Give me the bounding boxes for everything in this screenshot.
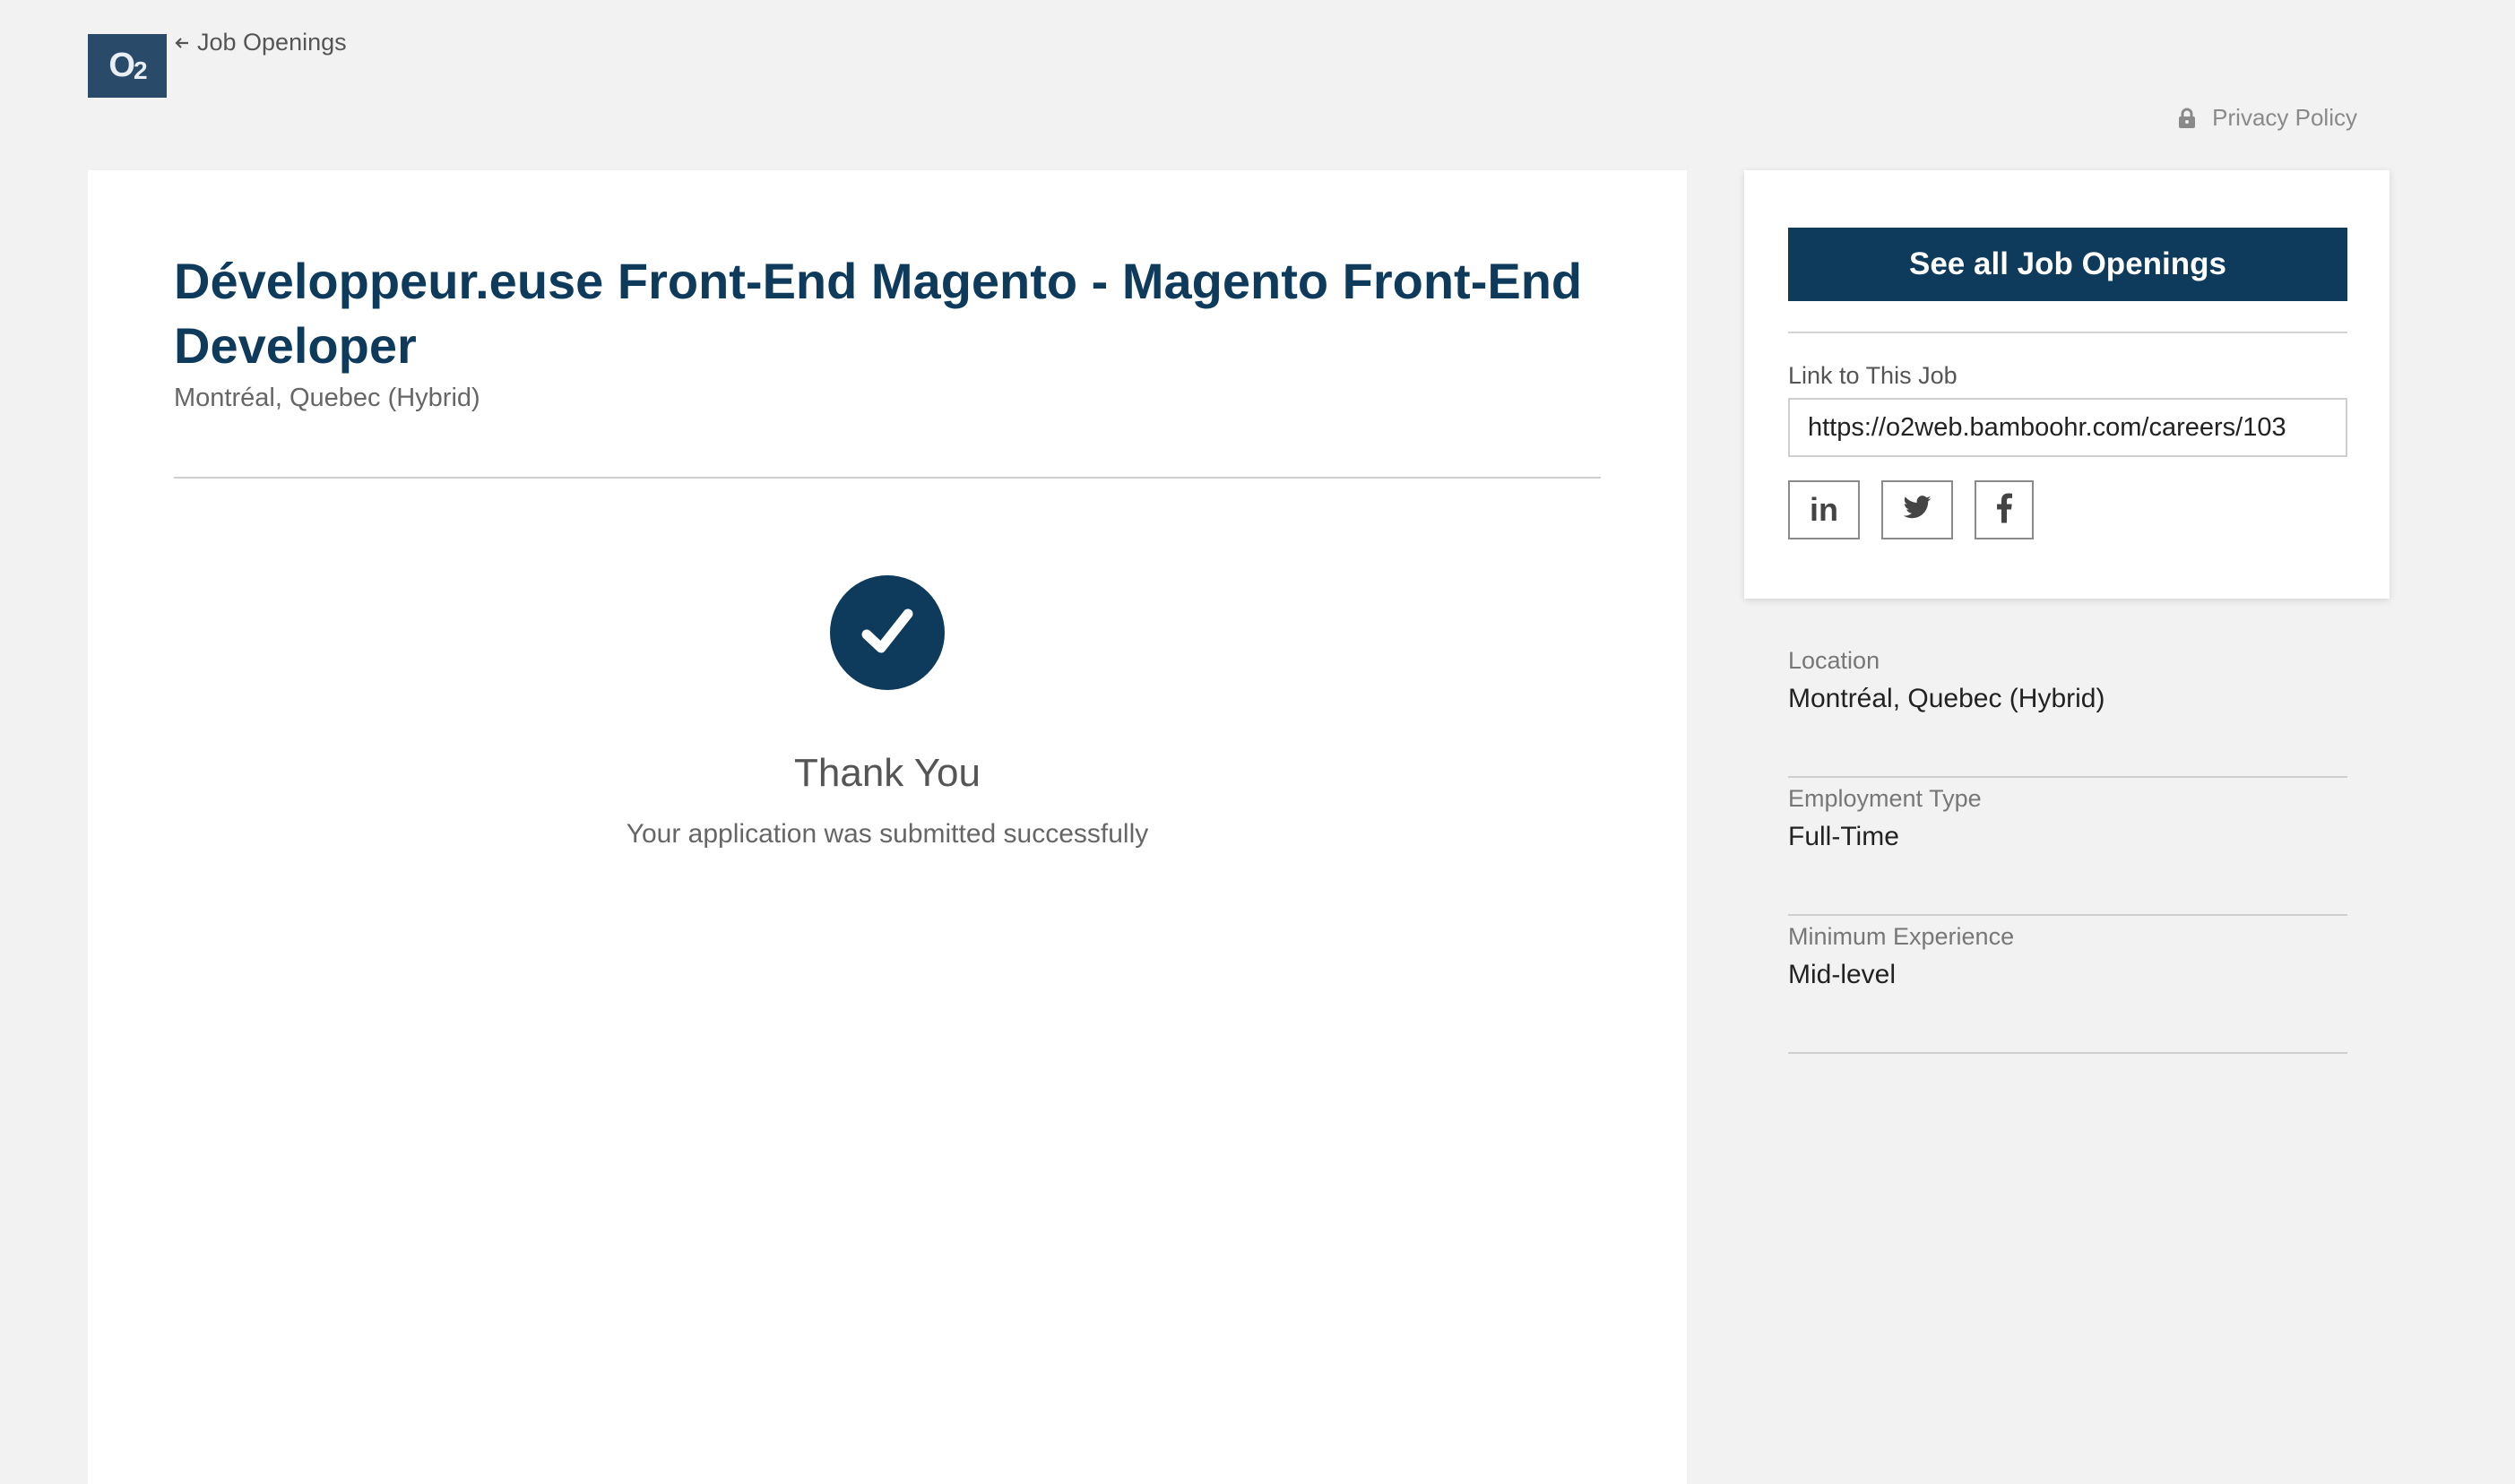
confirmation-title: Thank You [794, 751, 981, 795]
job-details-list: Location Montréal, Quebec (Hybrid) Emplo… [1788, 642, 2347, 1056]
logo-subscript: 2 [133, 56, 148, 84]
divider [1788, 332, 2347, 333]
detail-label: Minimum Experience [1788, 923, 2015, 950]
twitter-icon [1902, 495, 1932, 525]
success-check-icon [830, 575, 945, 690]
job-location: Montréal, Quebec (Hybrid) [174, 384, 480, 412]
detail-label: Employment Type [1788, 785, 1982, 812]
detail-label: Location [1788, 647, 1880, 674]
link-to-job-label: Link to This Job [1788, 362, 1958, 389]
detail-location: Location Montréal, Quebec (Hybrid) [1788, 642, 2347, 778]
detail-minimum-experience: Minimum Experience Mid-level [1788, 918, 2347, 1054]
divider [174, 477, 1601, 479]
detail-employment-type: Employment Type Full-Time [1788, 780, 2347, 916]
job-link-field[interactable] [1788, 398, 2347, 457]
social-share-row: in [1788, 480, 2034, 539]
see-all-job-openings-button[interactable]: See all Job Openings [1788, 228, 2347, 301]
job-title: Développeur.euse Front-End Magento - Mag… [174, 253, 1583, 374]
privacy-policy-link[interactable]: Privacy Policy [2178, 104, 2357, 132]
detail-value: Mid-level [1788, 960, 1897, 989]
facebook-share-button[interactable] [1975, 480, 2034, 539]
detail-value: Full-Time [1788, 822, 1899, 851]
detail-value: Montréal, Quebec (Hybrid) [1788, 684, 2105, 713]
logo-text: O [108, 47, 135, 84]
twitter-share-button[interactable] [1881, 480, 1953, 539]
lock-icon [2178, 108, 2196, 129]
confirmation-message: Your application was submitted successfu… [626, 819, 1149, 849]
share-card: See all Job Openings Link to This Job in [1744, 170, 2390, 599]
privacy-policy-label: Privacy Policy [2212, 104, 2357, 131]
facebook-icon [1996, 493, 2012, 528]
job-main-card: Job Openings Développeur.euse Front-End … [88, 29, 1687, 1484]
linkedin-share-button[interactable]: in [1788, 480, 1860, 539]
back-link-label: Job Openings [197, 29, 347, 56]
back-to-job-openings-link[interactable]: Job Openings [174, 29, 347, 56]
arrow-left-icon [174, 29, 190, 56]
linkedin-icon: in [1810, 491, 1838, 528]
company-logo[interactable]: O2 [88, 34, 167, 98]
